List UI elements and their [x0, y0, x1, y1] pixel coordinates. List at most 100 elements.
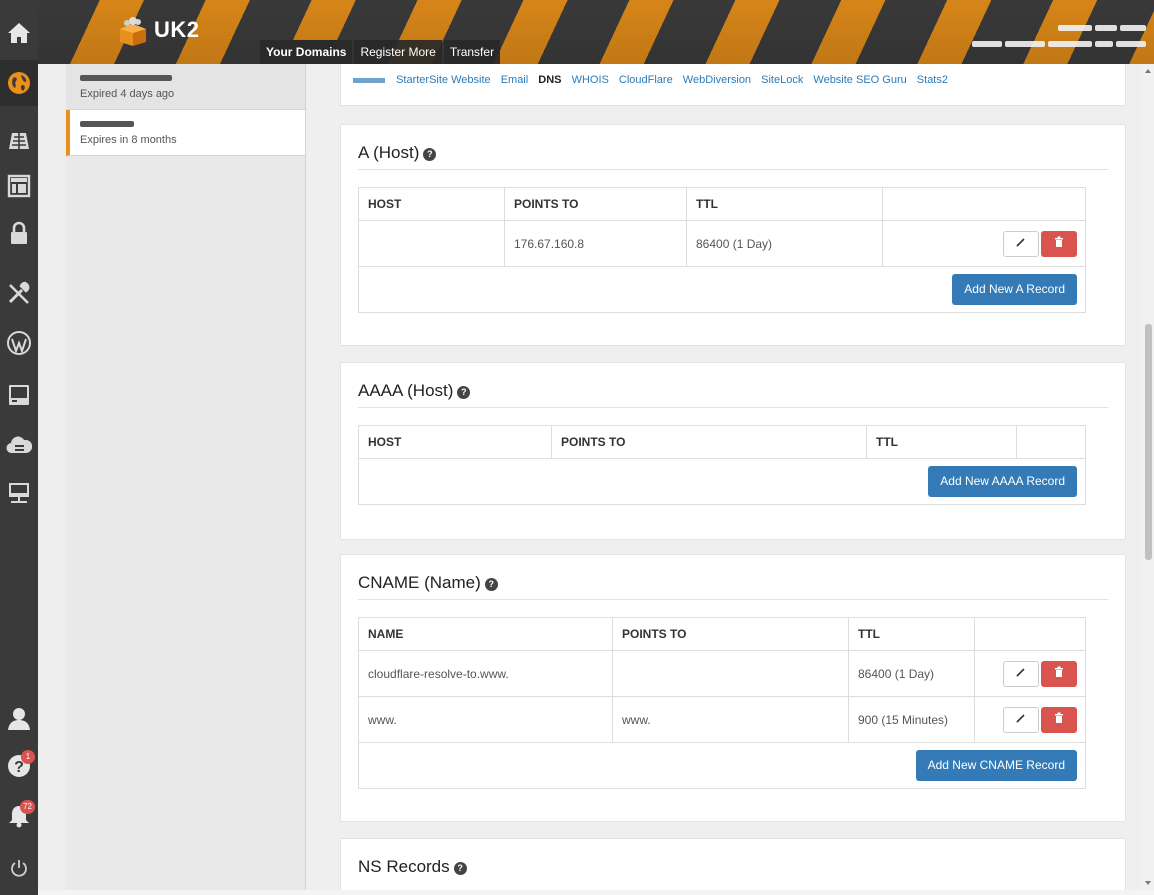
col-header: TTL	[848, 617, 975, 651]
col-header-actions	[882, 187, 1086, 221]
service-tabs: StarterSite Website Email DNS WHOIS Clou…	[340, 64, 1126, 106]
row-actions	[974, 650, 1086, 697]
table-footer: Add New A Record	[358, 266, 1086, 313]
cell-ttl: 900 (15 Minutes)	[848, 696, 975, 743]
help-badge: 1	[21, 750, 35, 764]
pencil-icon	[1016, 667, 1025, 677]
top-header: UK2 Your Domains Register More Transfer	[38, 0, 1154, 64]
aaaa-record-table: HOST POINTS TO TTL Add New AAAA Record	[358, 425, 1086, 505]
cname-record-table: NAME POINTS TO TTL cloudflare-resolve-to…	[358, 617, 1086, 789]
col-header: NAME	[358, 617, 613, 651]
cell-host	[358, 220, 505, 267]
delete-button[interactable]	[1041, 706, 1077, 733]
tab-startersite[interactable]: StarterSite Website	[396, 74, 491, 86]
brand-logo[interactable]: UK2	[118, 14, 200, 46]
account-info[interactable]	[969, 22, 1146, 49]
tab-email[interactable]: Email	[501, 74, 529, 86]
col-header: POINTS TO	[612, 617, 849, 651]
pencil-icon	[1016, 713, 1025, 723]
redacted-domain-link[interactable]	[353, 77, 385, 83]
cell-ttl: 86400 (1 Day)	[848, 650, 975, 697]
help-icon[interactable]: ?	[423, 148, 437, 161]
box-logo-icon	[120, 17, 146, 46]
help-icon[interactable]: ?	[453, 862, 467, 875]
add-a-record-button[interactable]: Add New A Record	[952, 274, 1077, 305]
help-icon[interactable]: ? 1	[0, 743, 38, 789]
col-header: TTL	[686, 187, 883, 221]
power-icon[interactable]	[0, 845, 38, 891]
a-record-panel: A (Host)? HOST POINTS TO TTL 176.67.160.…	[340, 124, 1126, 346]
col-header: TTL	[866, 425, 1017, 459]
domain-name-redacted	[80, 73, 305, 85]
brand-name: UK2	[154, 17, 200, 42]
add-aaaa-record-button[interactable]: Add New AAAA Record	[928, 466, 1077, 497]
tab-webdiversion[interactable]: WebDiversion	[683, 74, 751, 86]
edit-button[interactable]	[1003, 230, 1039, 257]
main-scrollbar[interactable]	[1142, 64, 1154, 890]
row-actions	[974, 696, 1086, 743]
col-header-actions	[1016, 425, 1086, 459]
tab-dns[interactable]: DNS	[538, 74, 561, 86]
a-record-table: HOST POINTS TO TTL 176.67.160.8 86400 (1…	[358, 187, 1086, 313]
main-content: StarterSite Website Email DNS WHOIS Clou…	[306, 64, 1142, 890]
user-icon[interactable]	[0, 695, 38, 741]
tools-icon[interactable]	[0, 270, 38, 316]
hosting-icon[interactable]	[0, 118, 38, 164]
home-icon[interactable]	[0, 10, 38, 56]
help-icon[interactable]: ?	[484, 578, 498, 591]
col-header-actions	[974, 617, 1086, 651]
tab-seo-guru[interactable]: Website SEO Guru	[813, 74, 906, 86]
tab-cloudflare[interactable]: CloudFlare	[619, 74, 673, 86]
domain-status: Expires in 8 months	[80, 134, 177, 146]
a-record-title: A (Host)?	[358, 143, 437, 163]
cloud-server-icon[interactable]	[0, 422, 38, 468]
tab-whois[interactable]: WHOIS	[572, 74, 609, 86]
server-icon[interactable]	[0, 372, 38, 418]
table-footer: Add New AAAA Record	[358, 458, 1086, 505]
wordpress-icon[interactable]	[0, 320, 38, 366]
table-row: cloudflare-resolve-to.www. 86400 (1 Day)	[358, 650, 1086, 697]
col-header: POINTS TO	[504, 187, 687, 221]
table-row: 176.67.160.8 86400 (1 Day)	[358, 220, 1086, 267]
notifications-badge: 72	[20, 800, 35, 814]
tab-sitelock[interactable]: SiteLock	[761, 74, 803, 86]
aaaa-record-panel: AAAA (Host)? HOST POINTS TO TTL Add New …	[340, 362, 1126, 540]
globe-icon[interactable]	[0, 60, 38, 106]
ns-record-title: NS Records?	[358, 857, 467, 877]
delete-button[interactable]	[1041, 660, 1077, 687]
row-actions	[882, 220, 1086, 267]
tab-register-more[interactable]: Register More	[354, 40, 442, 64]
help-icon[interactable]: ?	[457, 386, 471, 399]
col-header: HOST	[358, 187, 505, 221]
cname-record-title: CNAME (Name)?	[358, 573, 498, 593]
scroll-up-icon[interactable]	[1145, 69, 1151, 73]
table-footer: Add New CNAME Record	[358, 742, 1086, 789]
main-nav: Your Domains Register More Transfer	[260, 40, 501, 64]
add-cname-record-button[interactable]: Add New CNAME Record	[915, 750, 1077, 781]
lock-icon[interactable]	[0, 210, 38, 256]
domain-item-selected[interactable]: Expires in 8 months	[66, 110, 305, 156]
tab-stats2[interactable]: Stats2	[917, 74, 948, 86]
scroll-down-icon[interactable]	[1145, 881, 1151, 885]
bell-icon[interactable]: 72	[0, 793, 38, 839]
aaaa-record-title: AAAA (Host)?	[358, 381, 471, 401]
edit-button[interactable]	[1003, 660, 1039, 687]
scroll-thumb[interactable]	[1145, 324, 1152, 560]
cname-record-panel: CNAME (Name)? NAME POINTS TO TTL cloudfl…	[340, 554, 1126, 822]
website-builder-icon[interactable]	[0, 163, 38, 209]
tab-your-domains[interactable]: Your Domains	[260, 40, 353, 64]
domain-status: Expired 4 days ago	[80, 88, 175, 100]
table-row: www. www. 900 (15 Minutes)	[358, 696, 1086, 743]
edit-button[interactable]	[1003, 706, 1039, 733]
domain-item[interactable]: Expired 4 days ago	[66, 64, 305, 110]
cell-points-to	[612, 650, 849, 697]
cell-points-to: 176.67.160.8	[504, 220, 687, 267]
dedicated-server-icon[interactable]	[0, 470, 38, 516]
cell-name: www.	[358, 696, 613, 743]
tab-transfer[interactable]: Transfer	[443, 40, 501, 64]
delete-button[interactable]	[1041, 230, 1077, 257]
trash-icon	[1055, 666, 1063, 677]
pencil-icon	[1016, 237, 1025, 247]
trash-icon	[1055, 712, 1063, 723]
col-header: HOST	[358, 425, 552, 459]
